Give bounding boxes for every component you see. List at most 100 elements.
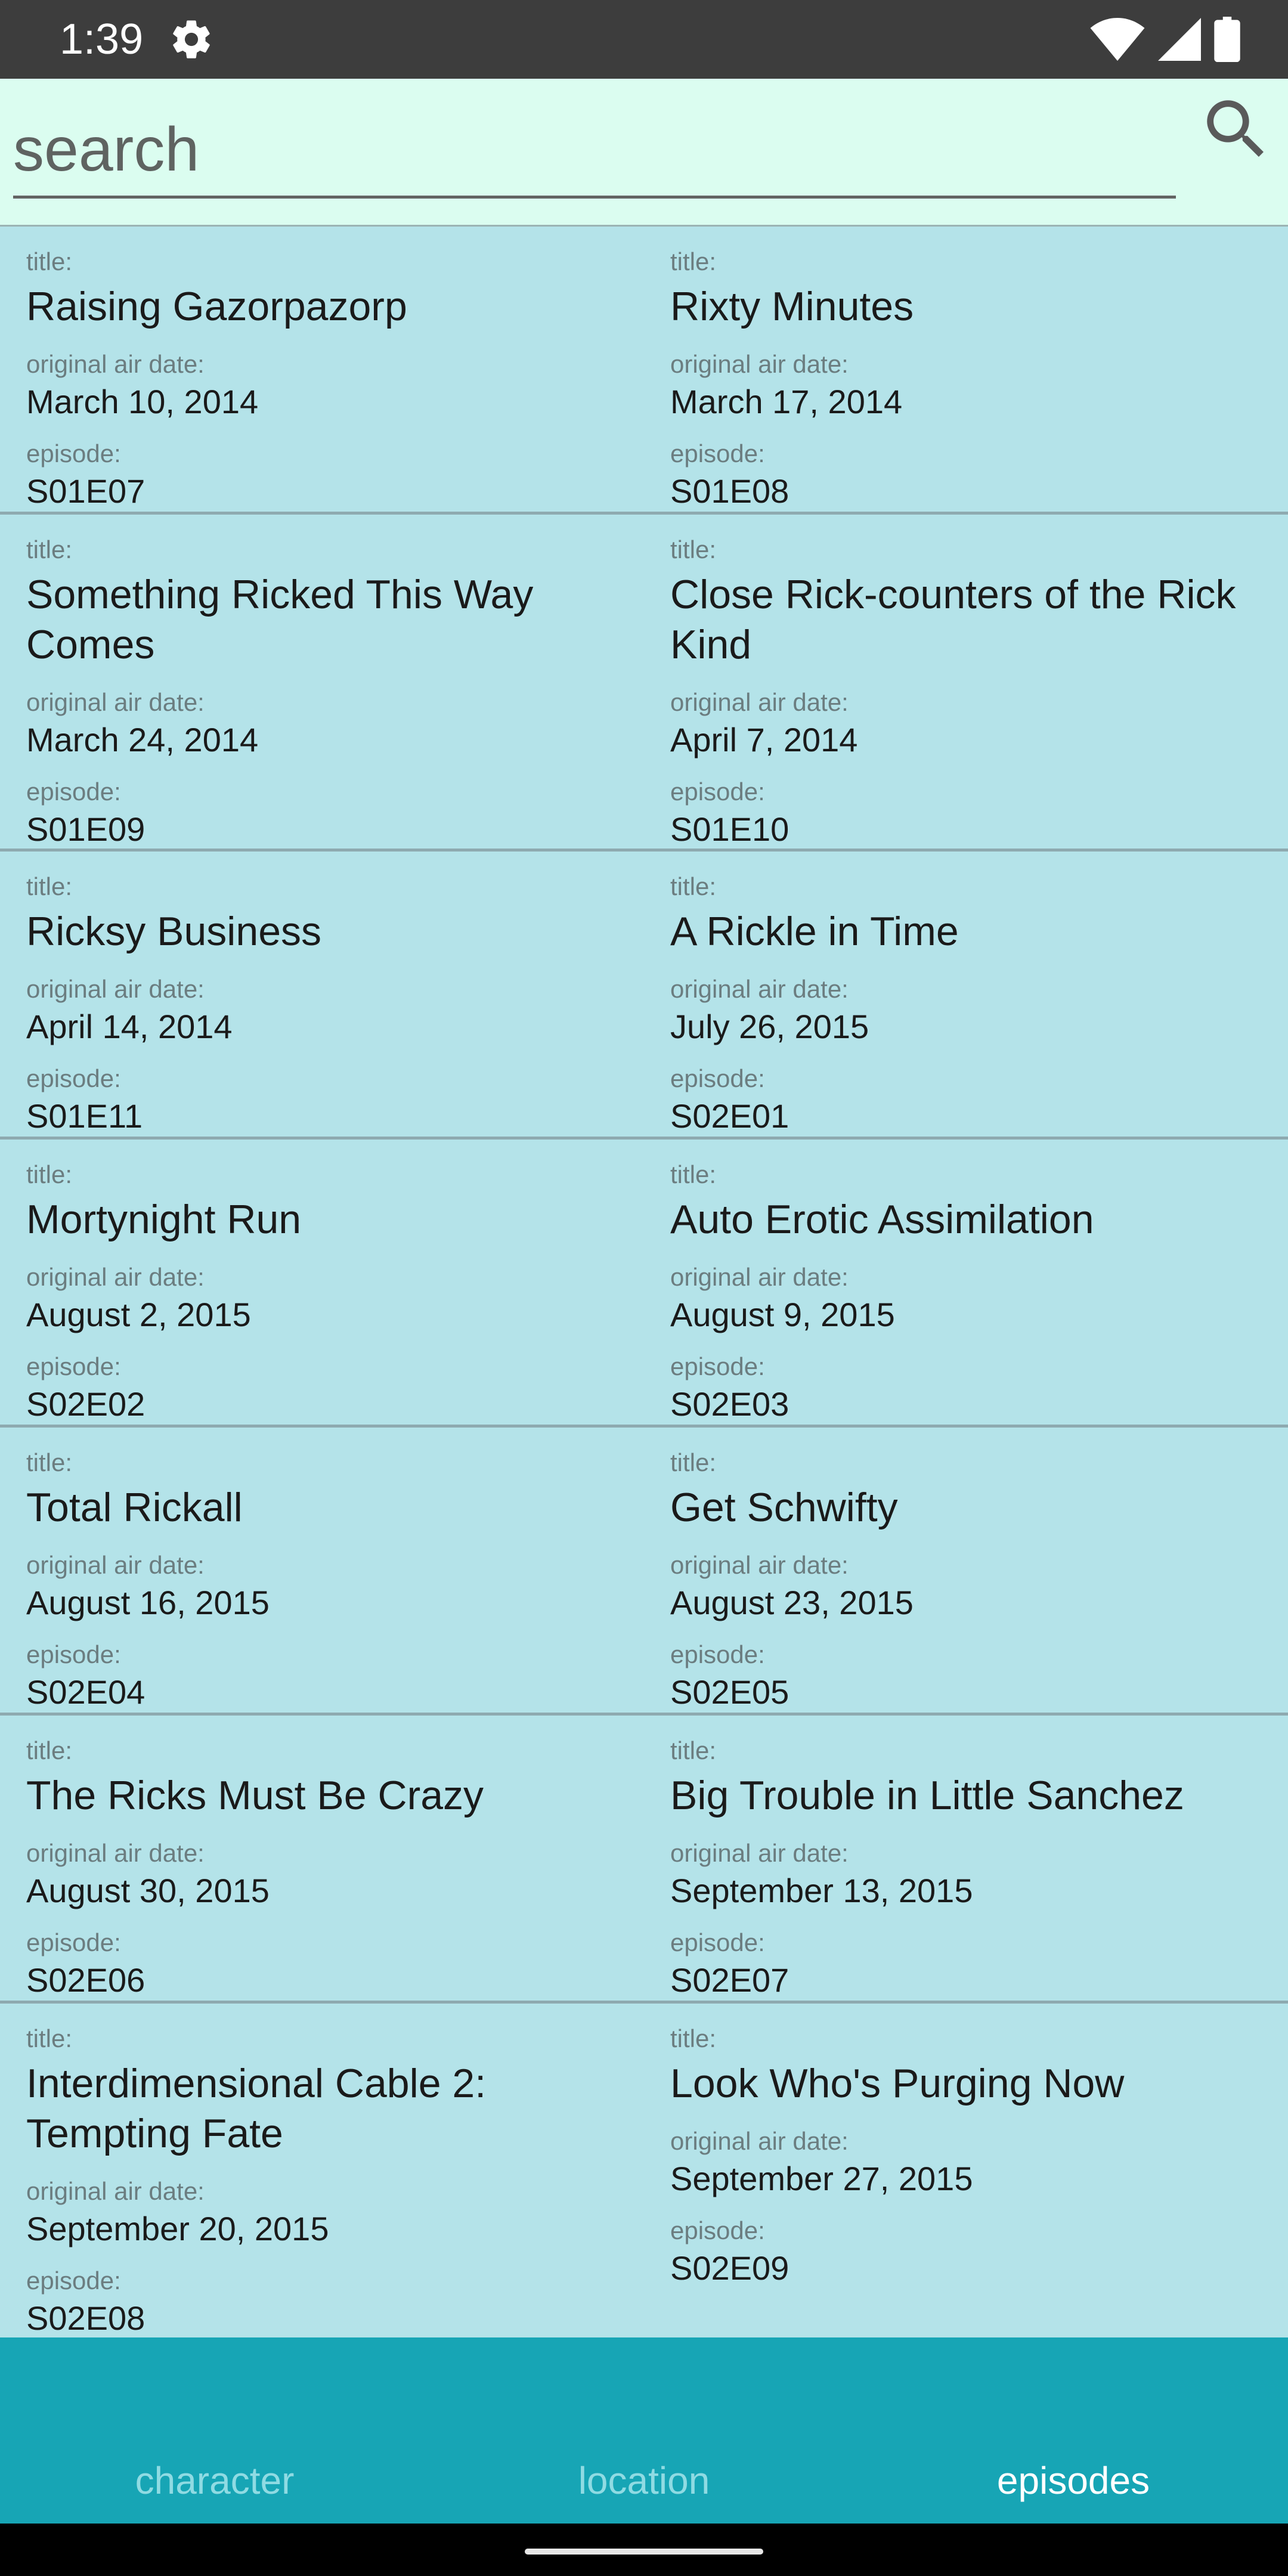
settings-gear-icon — [173, 20, 210, 58]
episode-code-label: episode: — [26, 1928, 121, 1956]
episode-code-label: episode: — [670, 1352, 765, 1380]
episode-code-label: episode: — [26, 1352, 121, 1380]
episode-card[interactable]: title: The Ricks Must Be Crazy original ai… — [0, 1716, 644, 2001]
episode-card[interactable]: title: A Rickle in Time original air date:… — [644, 852, 1288, 1137]
episode-code: S02E04 — [26, 1673, 145, 1711]
episode-title: A Rickle in Time — [670, 909, 959, 954]
tab-character[interactable]: character — [0, 2457, 429, 2504]
title-label: title: — [26, 1448, 73, 1476]
episode-air-date: September 20, 2015 — [26, 2210, 329, 2247]
episode-title: Close Rick-counters of the Rick Kind — [670, 572, 1236, 667]
episode-card[interactable]: title: Mortynight Run original air date: Au… — [0, 1140, 644, 1425]
air-date-label: original air date: — [26, 350, 205, 378]
title-label: title: — [26, 535, 73, 564]
episode-code: S02E01 — [670, 1097, 789, 1135]
episode-card[interactable]: title: Raising Gazorpazorp original air da… — [0, 227, 644, 512]
episode-list[interactable]: title: Raising Gazorpazorp original air da… — [0, 227, 1288, 2337]
episode-code: S01E09 — [26, 810, 145, 848]
episode-card[interactable]: title: Something Ricked This Way Comes ori… — [0, 515, 644, 849]
episode-air-date: March 24, 2014 — [26, 721, 259, 758]
air-date-label: original air date: — [670, 1263, 849, 1291]
episode-air-date: March 10, 2014 — [26, 383, 259, 420]
episode-code: S02E09 — [670, 2249, 789, 2287]
search-icon[interactable] — [1197, 91, 1275, 168]
episode-code: S02E05 — [670, 1673, 789, 1711]
episode-air-date: September 27, 2015 — [670, 2160, 973, 2197]
episode-title: Look Who's Purging Now — [670, 2061, 1125, 2106]
episode-title: The Ricks Must Be Crazy — [26, 1773, 484, 1818]
episode-code-label: episode: — [670, 439, 765, 467]
title-label: title: — [670, 2024, 717, 2052]
episode-title: Interdimensional Cable 2: Tempting Fate — [26, 2061, 487, 2156]
episode-code-label: episode: — [670, 1640, 765, 1668]
episode-row: title: Something Ricked This Way Comes ori… — [0, 515, 1288, 852]
episode-title: Get Schwifty — [670, 1485, 898, 1530]
episode-air-date: March 17, 2014 — [670, 383, 903, 420]
episode-row: title: Raising Gazorpazorp original air da… — [0, 227, 1288, 515]
episode-air-date: August 2, 2015 — [26, 1296, 251, 1333]
air-date-label: original air date: — [670, 1839, 849, 1867]
episode-air-date: August 9, 2015 — [670, 1296, 895, 1333]
episode-code-label: episode: — [670, 1928, 765, 1956]
air-date-label: original air date: — [26, 1839, 205, 1867]
episode-row: title: Mortynight Run original air date: Au… — [0, 1140, 1288, 1428]
title-label: title: — [670, 535, 717, 564]
episode-card[interactable]: title: Close Rick-counters of the Rick Ki… — [644, 515, 1288, 849]
title-label: title: — [670, 247, 717, 275]
battery-icon — [1214, 17, 1240, 62]
cell-signal-icon — [1158, 18, 1201, 61]
episode-row: title: The Ricks Must Be Crazy original ai… — [0, 1716, 1288, 2004]
title-label: title: — [26, 1736, 73, 1764]
episode-card[interactable]: title: Total Rickall original air date: Aug… — [0, 1428, 644, 1713]
title-label: title: — [26, 872, 73, 900]
episode-air-date: July 26, 2015 — [670, 1008, 869, 1045]
title-label: title: — [670, 1160, 717, 1188]
episode-code-label: episode: — [26, 778, 121, 806]
episode-air-date: September 13, 2015 — [670, 1872, 973, 1909]
search-input[interactable] — [13, 104, 1176, 199]
episode-code-label: episode: — [670, 2216, 765, 2244]
episode-card[interactable]: title: Big Trouble in Little Sanchez origi… — [644, 1716, 1288, 2001]
episode-code: S02E03 — [670, 1385, 789, 1423]
tab-location[interactable]: location — [429, 2457, 859, 2504]
episode-code-label: episode: — [670, 1064, 765, 1092]
title-label: title: — [670, 1736, 717, 1764]
episode-code: S02E02 — [26, 1385, 145, 1423]
episode-card[interactable]: title: Ricksy Business original air date: A… — [0, 852, 644, 1137]
home-gesture-handle[interactable] — [525, 2549, 763, 2555]
episode-code: S02E06 — [26, 1961, 145, 1999]
tab-episodes[interactable]: episodes — [859, 2457, 1288, 2504]
wifi-icon — [1090, 18, 1145, 61]
gesture-bar — [0, 2524, 1288, 2576]
title-label: title: — [26, 2024, 73, 2052]
episode-air-date: April 14, 2014 — [26, 1008, 233, 1045]
title-label: title: — [670, 1448, 717, 1476]
episode-card[interactable]: title: Interdimensional Cable 2: Tempting… — [0, 2004, 644, 2337]
episode-title: Mortynight Run — [26, 1197, 302, 1242]
episode-title: Raising Gazorpazorp — [26, 284, 407, 329]
episode-code-label: episode: — [26, 2267, 121, 2295]
episode-air-date: August 16, 2015 — [26, 1584, 270, 1621]
episode-code: S02E07 — [670, 1961, 789, 1999]
air-date-label: original air date: — [670, 975, 849, 1003]
episode-air-date: August 30, 2015 — [26, 1872, 270, 1909]
episode-air-date: August 23, 2015 — [670, 1584, 914, 1621]
air-date-label: original air date: — [26, 2177, 205, 2205]
title-label: title: — [670, 872, 717, 900]
air-date-label: original air date: — [670, 2127, 849, 2155]
status-time: 1:39 — [60, 16, 144, 63]
episode-code: S01E07 — [26, 472, 145, 510]
episode-code: S02E08 — [26, 2299, 145, 2337]
episode-title: Rixty Minutes — [670, 284, 914, 329]
episode-code: S01E10 — [670, 810, 789, 848]
episode-row: title: Total Rickall original air date: Aug… — [0, 1428, 1288, 1716]
episode-code-label: episode: — [26, 439, 121, 467]
episode-card[interactable]: title: Look Who's Purging Now original air… — [644, 2004, 1288, 2337]
episode-row: title: Ricksy Business original air date: A… — [0, 852, 1288, 1140]
episode-code-label: episode: — [26, 1640, 121, 1668]
episode-card[interactable]: title: Get Schwifty original air date: Augu… — [644, 1428, 1288, 1713]
episode-code-label: episode: — [670, 778, 765, 806]
episode-card[interactable]: title: Auto Erotic Assimilation original a… — [644, 1140, 1288, 1425]
episode-card[interactable]: title: Rixty Minutes original air date: Mar… — [644, 227, 1288, 512]
status-bar: 1:39 — [0, 0, 1288, 79]
